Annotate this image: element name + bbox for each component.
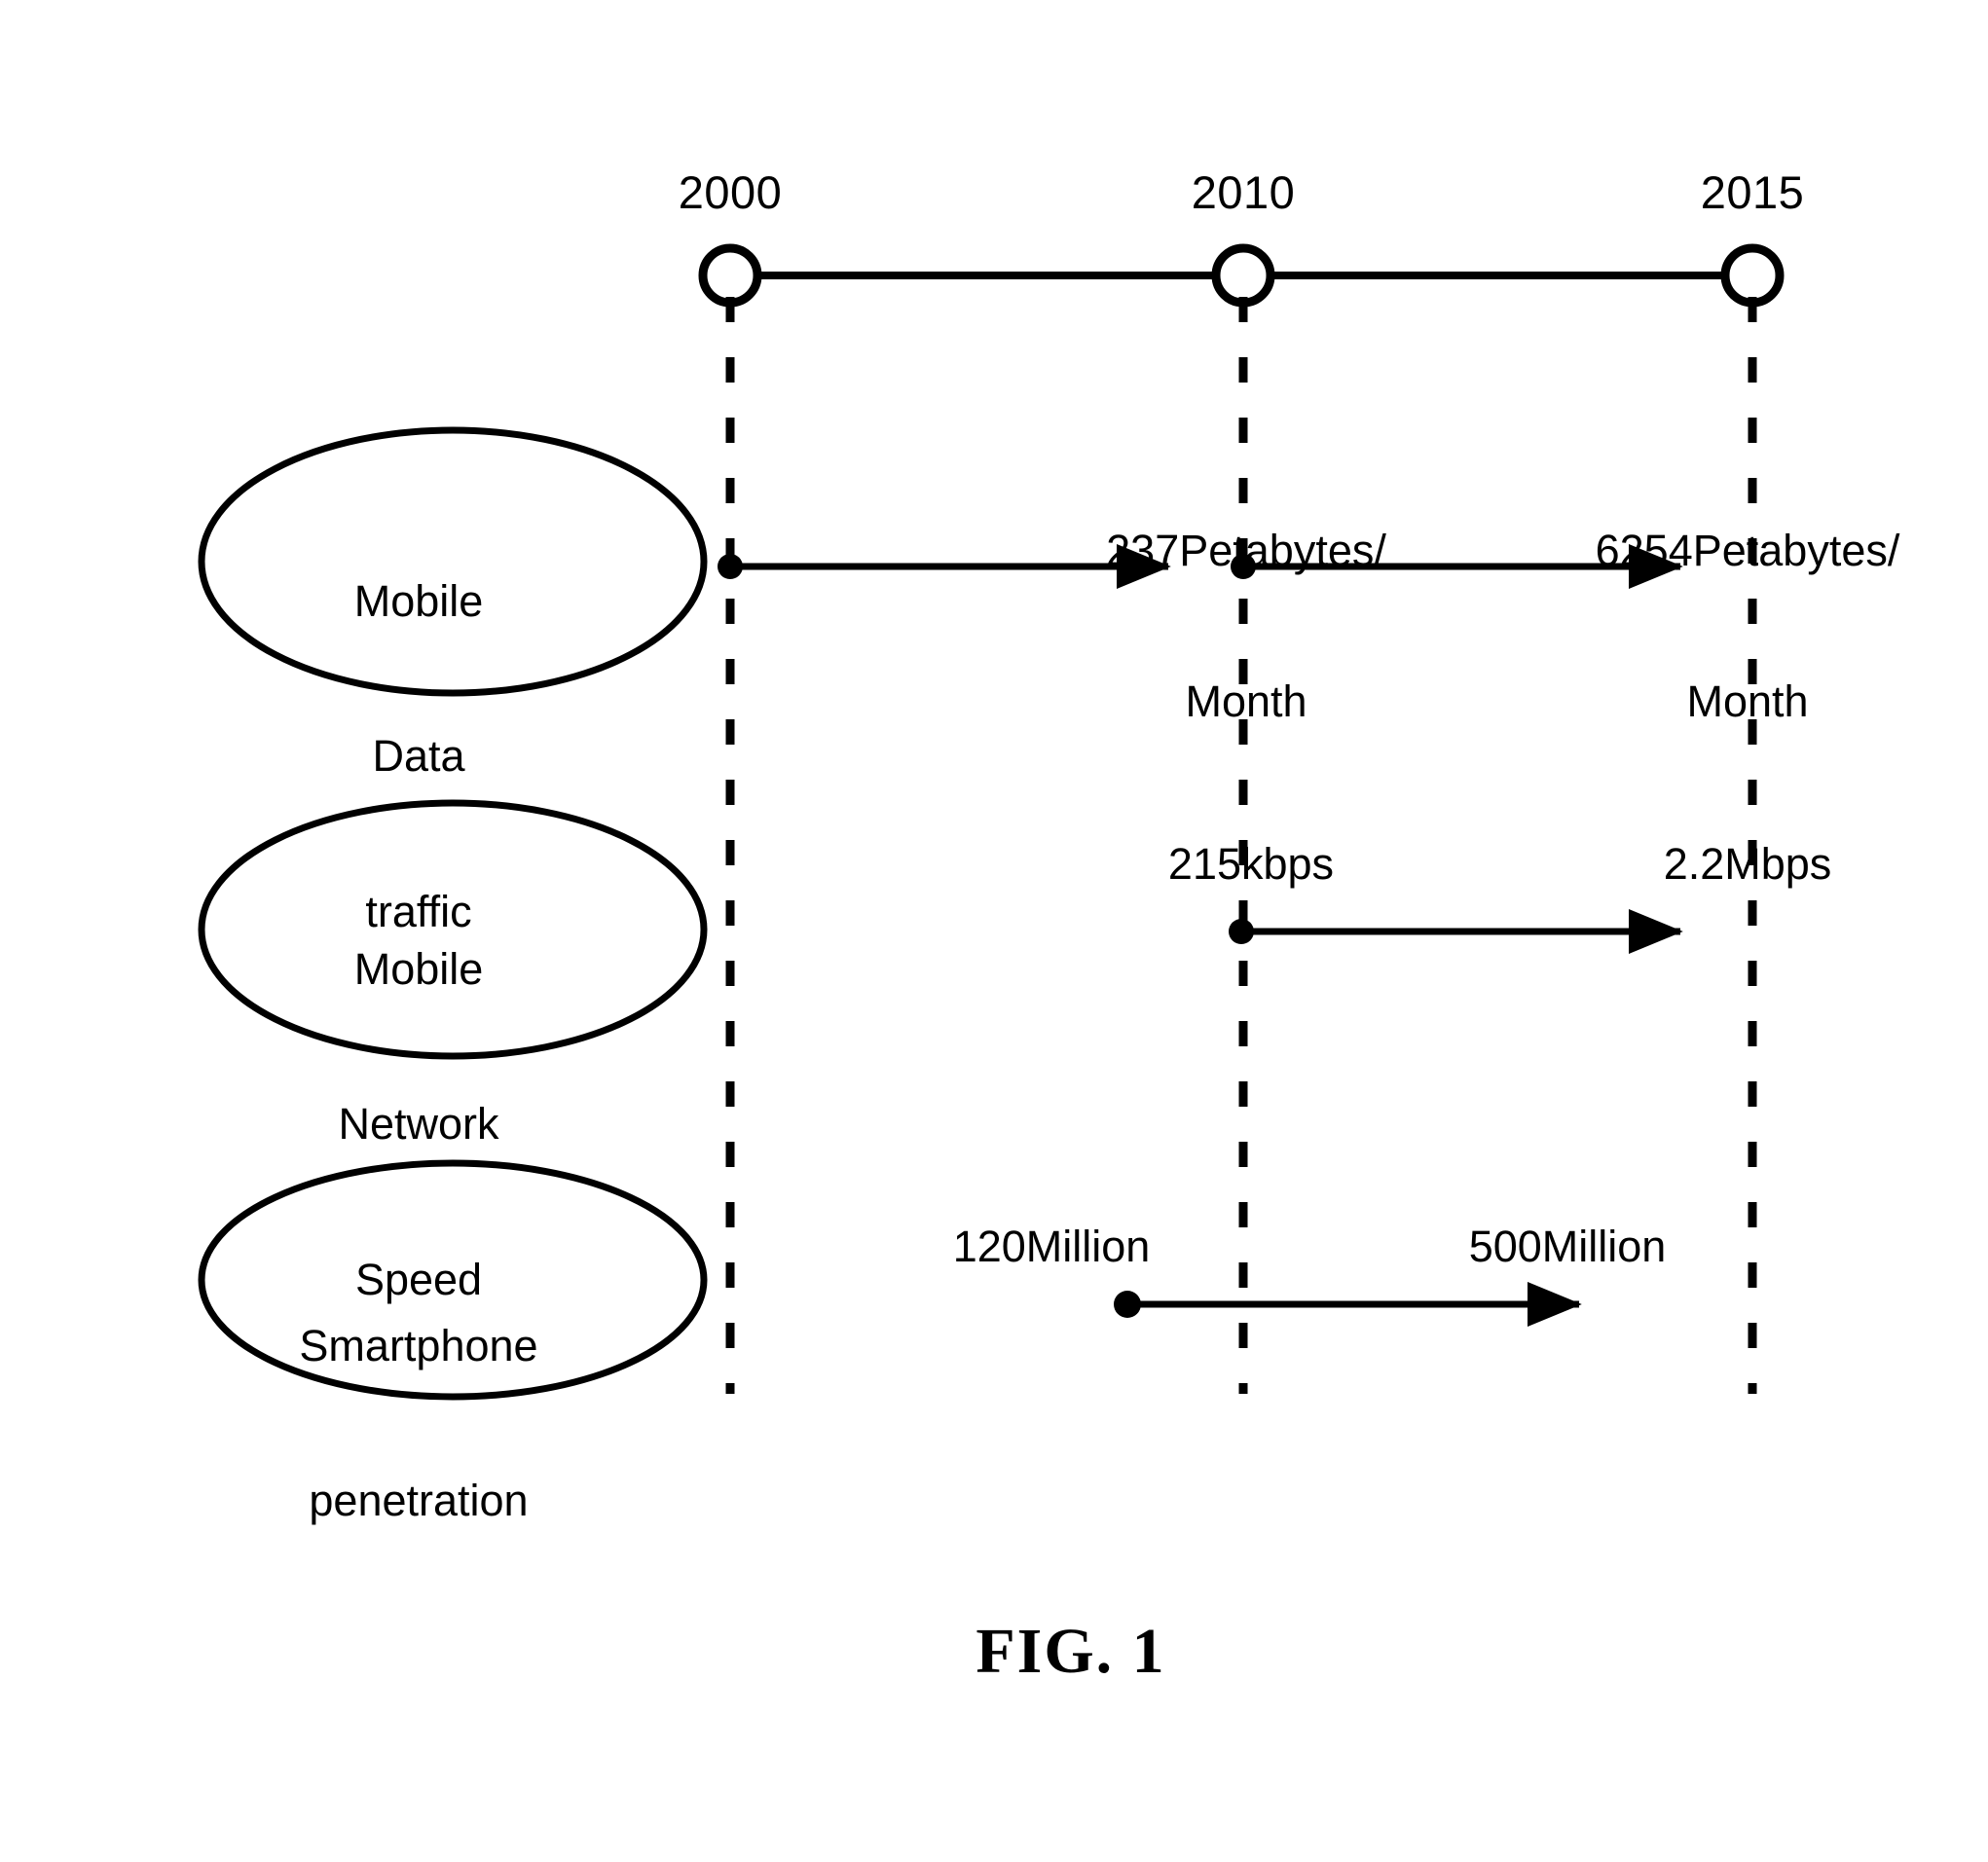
value-label-line: Month bbox=[1686, 675, 1809, 726]
value-label-line: 6254Petabytes/ bbox=[1595, 525, 1900, 575]
year-label-2015: 2015 bbox=[1700, 166, 1805, 218]
value-label-row1-2015: 6254Petabytes/ Month bbox=[1504, 424, 1988, 827]
year-label-2000: 2000 bbox=[678, 166, 783, 218]
value-label-row2-2015: 2.2Mbps bbox=[1663, 839, 1832, 889]
value-label-line: 237Petabytes/ bbox=[1106, 525, 1386, 575]
figure-caption: FIG. 1 bbox=[976, 1616, 1166, 1687]
value-label-row2-2010: 215kbps bbox=[1167, 839, 1335, 889]
ellipse-label-smartphone-penetration: Smartphone penetration bbox=[224, 1217, 613, 1630]
ellipse-label-line: Mobile bbox=[353, 576, 484, 627]
value-label-line: Month bbox=[1185, 675, 1307, 726]
value-label-row3-left: 120Million bbox=[952, 1222, 1151, 1271]
ellipse-label-line: Network bbox=[338, 1099, 499, 1150]
year-label-2010: 2010 bbox=[1191, 166, 1296, 218]
patent-figure-1: 2000 2010 2015 Mobile Data traffic Mobil… bbox=[0, 0, 1988, 1862]
ellipse-label-line: penetration bbox=[309, 1476, 529, 1526]
timeline-node-2015[interactable] bbox=[1720, 243, 1785, 308]
ellipse-label-line: Smartphone bbox=[299, 1321, 538, 1371]
value-label-row3-right: 500Million bbox=[1468, 1222, 1667, 1271]
value-label-row1-2010: 237Petabytes/ Month bbox=[1012, 424, 1480, 827]
timeline-node-2010[interactable] bbox=[1211, 243, 1275, 308]
ellipse-label-line: Mobile bbox=[353, 944, 484, 995]
timeline-node-2000[interactable] bbox=[698, 243, 762, 308]
ellipse-label-line: Data bbox=[372, 731, 465, 782]
